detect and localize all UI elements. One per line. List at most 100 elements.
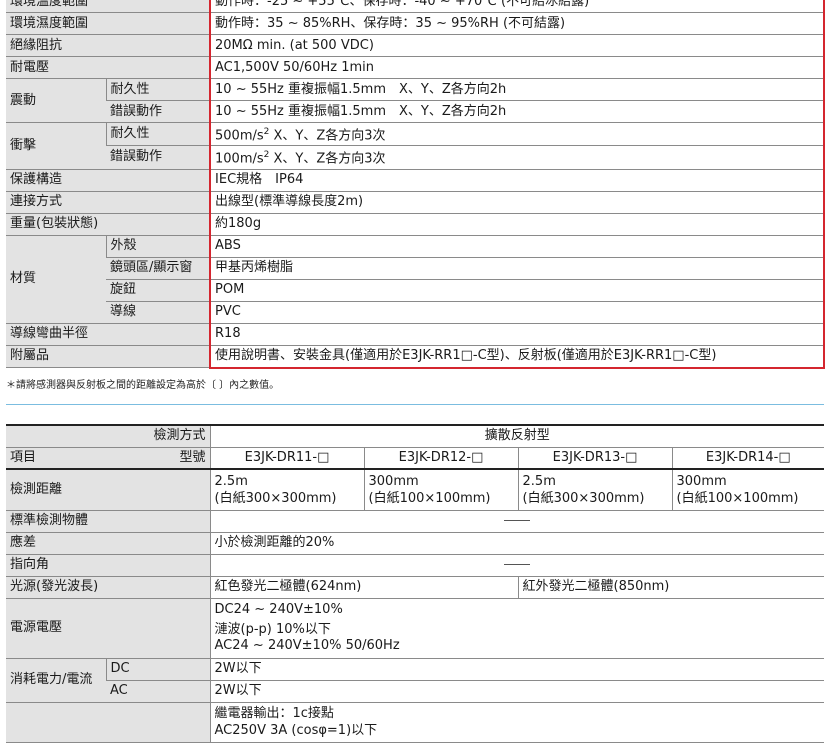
spec-label: 耐電壓 <box>6 56 211 79</box>
spec-row-vibration-endurance: 震動 耐久性 10 ~ 55Hz 重複振幅1.5mm X、Y、Z各方向2h <box>6 78 826 123</box>
spec-label: 連接方式 <box>6 191 211 214</box>
row-sublabel: DC <box>105 658 211 681</box>
spec-row-bend-radius: 導線彎曲半徑 R18 <box>6 323 826 346</box>
row-label: 電源電壓 <box>6 598 211 659</box>
method-value: 擴散反射型 <box>209 424 825 448</box>
spec-row-shock-endurance: 衝擊 耐久性 500m/s2 X、Y、Z各方向3次 <box>6 122 826 170</box>
spec-value: POM <box>209 279 826 302</box>
distance-paper: (白紙300×300mm) <box>522 490 645 506</box>
spec-value: 出線型(標準導線長度2m) <box>209 191 826 214</box>
spec-value: 動作時：35 ~ 85%RH、保存時：35 ~ 95%RH (不可結露) <box>209 12 826 35</box>
dash-mark <box>504 520 531 521</box>
row-standard-object: 標準檢測物體 <box>6 510 825 533</box>
spec-row-material-lead: 導線 PVC <box>6 301 826 324</box>
spec-row-material-case: 材質 外殼 ABS <box>6 235 826 324</box>
spec-value: AC1,500V 50/60Hz 1min <box>209 56 826 79</box>
header-row-method: 檢測方式 擴散反射型 <box>6 424 825 448</box>
output-line: AC250V 3A (cosφ=1)以下 <box>214 722 378 738</box>
row-label <box>6 702 211 743</box>
header-row-models: 項目 型號 E3JK-DR11-□ E3JK-DR12-□ E3JK-DR13-… <box>6 447 825 470</box>
voltage-line: AC24 ~ 240V±10% 50/60Hz <box>214 638 400 653</box>
output-line: 繼電器輸出：1c接點 <box>214 705 334 721</box>
spec-label: 環境溫度範圍 <box>6 0 211 13</box>
row-light-source: 光源(發光波長) 紅色發光二極體(624nm) 紅外發光二極體(850nm) <box>6 576 825 599</box>
row-value: 小於檢測距離的20% <box>209 532 825 555</box>
row-hysteresis: 應差 小於檢測距離的20% <box>6 532 825 555</box>
distance-range: 300mm <box>368 473 419 489</box>
item-label: 項目 <box>6 447 106 470</box>
spec-value: PVC <box>209 301 826 324</box>
spec-sublabel: 錯誤動作 <box>106 145 211 170</box>
spec-value: 20MΩ min. (at 500 VDC) <box>209 34 826 57</box>
spec-label: 震動 <box>6 78 106 123</box>
distance-paper: (白紙300×300mm) <box>214 490 337 506</box>
spec-row-connection: 連接方式 出線型(標準導線長度2m) <box>6 191 826 214</box>
spec-value: IEC規格 IP64 <box>209 169 826 192</box>
spec-row-protection: 保護構造 IEC規格 IP64 <box>6 169 826 192</box>
row-value: 紅外發光二極體(850nm) <box>517 576 825 599</box>
spec-value: 動作時：-25 ~ +55℃、保存時：-40 ~ +70℃ (不可結冰結露) <box>209 0 826 13</box>
spec-label: 附屬品 <box>6 345 211 369</box>
distance-range: 300mm <box>676 473 727 489</box>
row-value: DC24 ~ 240V±10% 漣波(p-p) 10%以下 AC24 ~ 240… <box>209 598 825 659</box>
distance-cell: 2.5m (白紙300×300mm) <box>517 469 673 511</box>
spec-value: 10 ~ 55Hz 重複振幅1.5mm X、Y、Z各方向2h <box>209 78 826 101</box>
spec-label: 重量(包裝狀態) <box>6 213 211 236</box>
row-label: 消耗電力/電流 <box>6 658 106 703</box>
spec-value: 500m/s2 X、Y、Z各方向3次 <box>209 122 826 147</box>
spec-value: 使用說明書、安裝金具(僅適用於E3JK-RR1□-C型)、反射板(僅適用於E3J… <box>209 345 826 369</box>
distance-cell: 2.5m (白紙300×300mm) <box>209 469 365 511</box>
spec-sublabel: 鏡頭區/顯示窗 <box>106 257 211 280</box>
spec-value: ABS <box>209 235 826 258</box>
spec-value: 10 ~ 55Hz 重複振幅1.5mm X、Y、Z各方向2h <box>209 100 826 123</box>
spec-value: R18 <box>209 323 826 346</box>
distance-cell: 300mm (白紙100×100mm) <box>671 469 825 511</box>
row-label: 檢測距離 <box>6 469 211 511</box>
model-table: 檢測方式 擴散反射型 項目 型號 E3JK-DR11-□ E3JK-DR12-□… <box>6 424 825 743</box>
spec-sublabel: 導線 <box>106 301 211 324</box>
spec-label: 衝擊 <box>6 122 106 170</box>
spec-value: 約180g <box>209 213 826 236</box>
model-name: E3JK-DR13-□ <box>517 447 673 470</box>
distance-range: 2.5m <box>214 473 248 489</box>
spec-row-material-knob: 旋鈕 POM <box>6 279 826 302</box>
spec-sublabel: 錯誤動作 <box>106 100 211 123</box>
voltage-line: DC24 ~ 240V±10% <box>214 602 343 617</box>
shock-value-axes: X、Y、Z各方向3次 <box>273 128 386 144</box>
row-label: 應差 <box>6 532 211 555</box>
row-label: 光源(發光波長) <box>6 576 211 599</box>
spec-table: 環境溫度範圍 動作時：-25 ~ +55℃、保存時：-40 ~ +70℃ (不可… <box>6 0 826 369</box>
spec-sublabel: 旋鈕 <box>106 279 211 302</box>
spec-row-shock-malfunction: 錯誤動作 100m/s2 X、Y、Z各方向3次 <box>6 145 826 170</box>
method-label: 檢測方式 <box>6 424 211 448</box>
row-power-voltage: 電源電壓 DC24 ~ 240V±10% 漣波(p-p) 10%以下 AC24 … <box>6 598 825 659</box>
model-name: E3JK-DR12-□ <box>363 447 519 470</box>
row-output: 繼電器輸出：1c接點 AC250V 3A (cosφ=1)以下 <box>6 702 825 743</box>
row-detection-distance: 檢測距離 2.5m (白紙300×300mm) 300mm (白紙100×100mm… <box>6 469 825 511</box>
spec-row-material-lens: 鏡頭區/顯示窗 甲基丙烯樹脂 <box>6 257 826 280</box>
shock-value-axes: X、Y、Z各方向3次 <box>273 151 386 167</box>
spec-row-weight: 重量(包裝狀態) 約180g <box>6 213 826 236</box>
distance-paper: (白紙100×100mm) <box>676 490 799 506</box>
section-divider <box>6 404 824 405</box>
row-label: 標準檢測物體 <box>6 510 211 533</box>
spec-row-vibration-malfunction: 錯誤動作 10 ~ 55Hz 重複振幅1.5mm X、Y、Z各方向2h <box>6 100 826 123</box>
model-name: E3JK-DR14-□ <box>671 447 825 470</box>
superscript: 2 <box>263 150 270 161</box>
spec-value: 100m/s2 X、Y、Z各方向3次 <box>209 145 826 170</box>
row-value: 繼電器輸出：1c接點 AC250V 3A (cosφ=1)以下 <box>209 702 825 743</box>
row-value: 2W以下 <box>209 658 825 681</box>
footnote: ＊請將感測器與反射板之間的距離設定為高於〔 〕內之數值。 <box>6 380 280 391</box>
distance-range: 2.5m <box>522 473 556 489</box>
spec-label: 材質 <box>6 235 106 324</box>
row-consumption-dc: 消耗電力/電流 DC 2W以下 <box>6 658 825 703</box>
spec-sublabel: 外殼 <box>105 235 211 258</box>
spec-row-insulation: 絕緣阻抗 20MΩ min. (at 500 VDC) <box>6 34 826 57</box>
dash-mark <box>504 564 531 565</box>
row-sublabel: AC <box>106 680 211 703</box>
spec-label: 絕緣阻抗 <box>6 34 211 57</box>
row-directivity: 指向角 <box>6 554 825 577</box>
row-label: 指向角 <box>6 554 211 577</box>
model-name: E3JK-DR11-□ <box>209 447 365 470</box>
distance-cell: 300mm (白紙100×100mm) <box>363 469 519 511</box>
